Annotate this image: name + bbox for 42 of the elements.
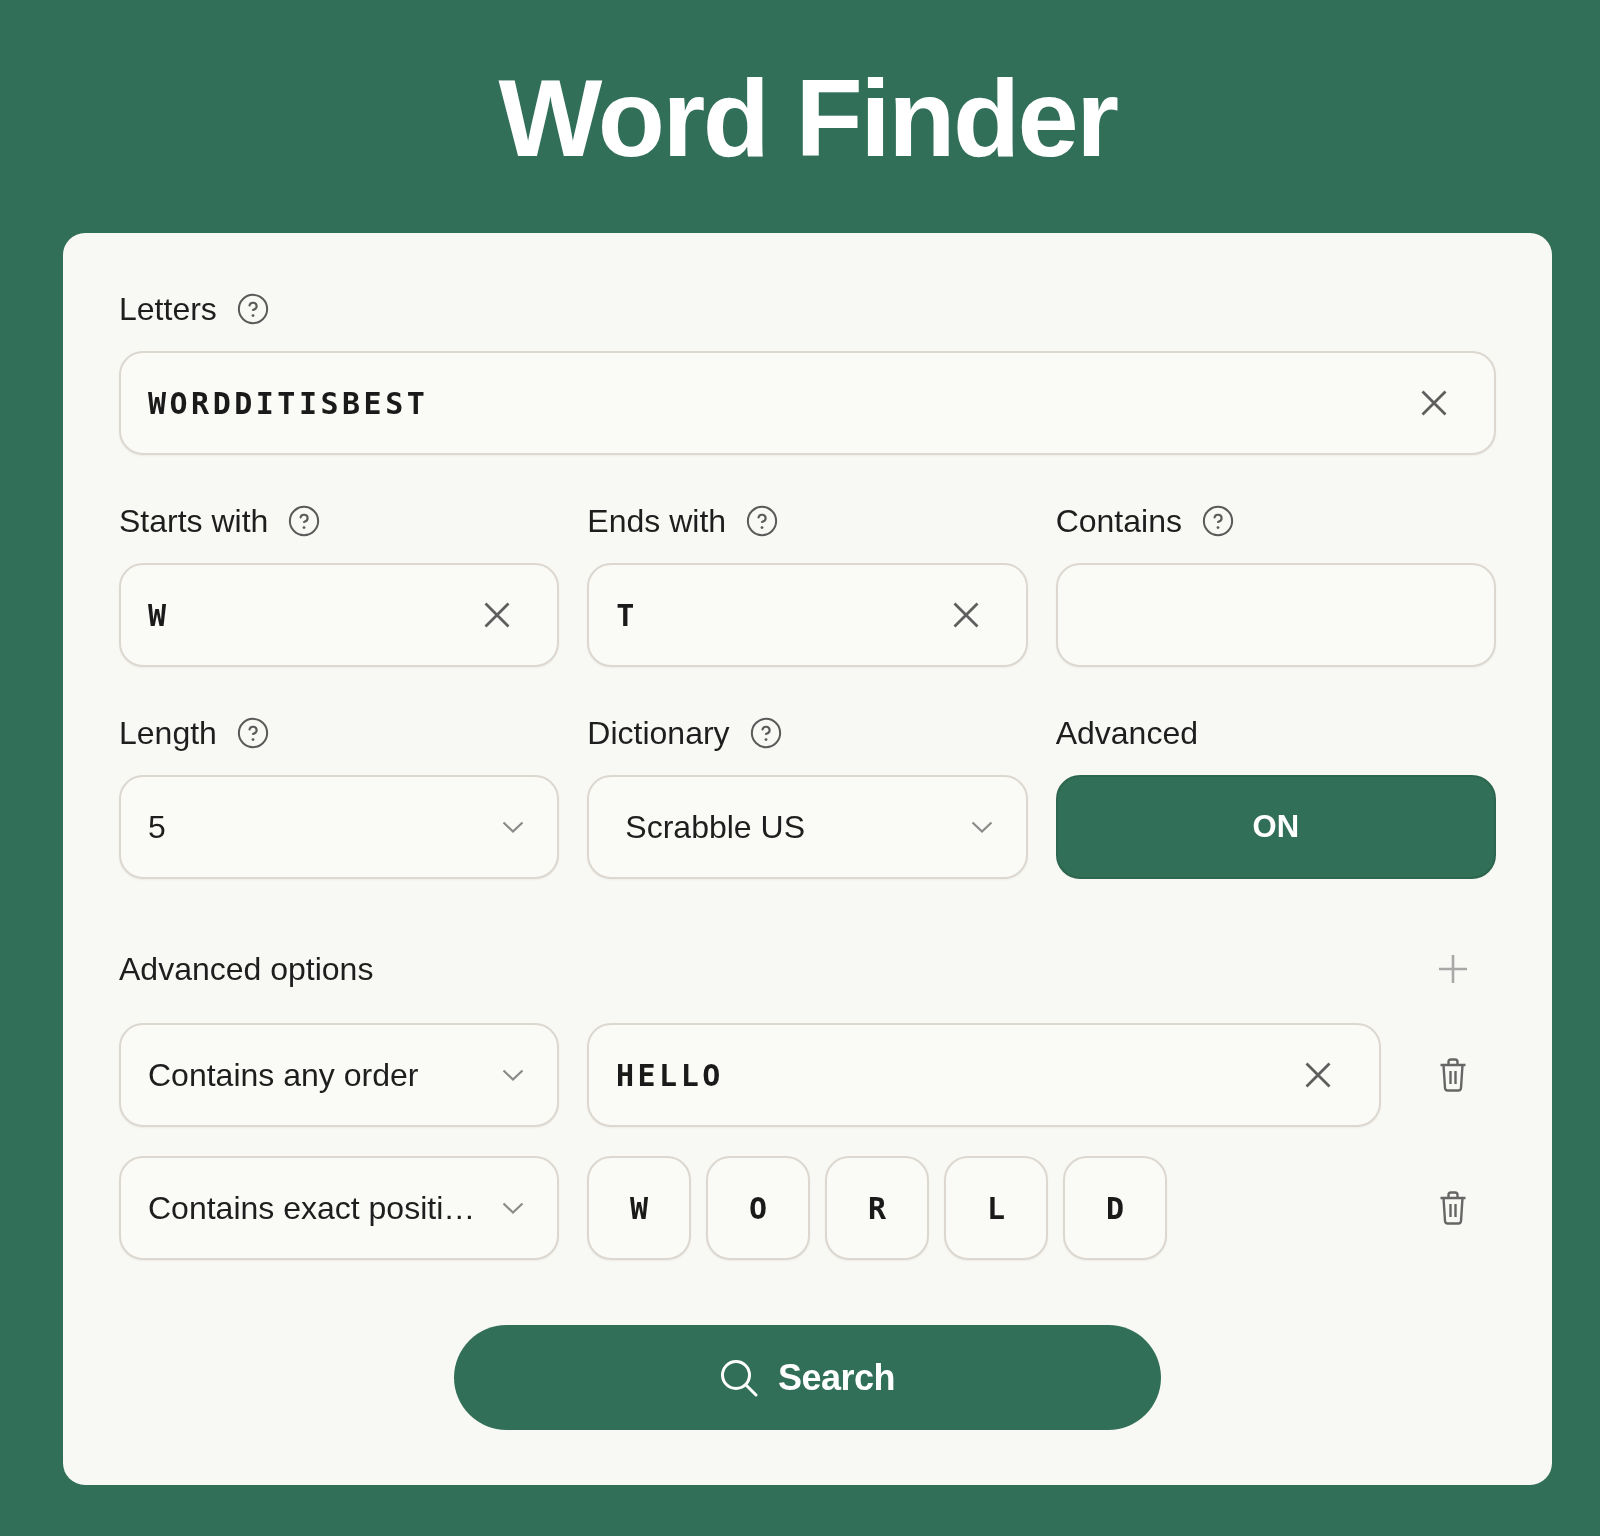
field-label: Letters — [119, 290, 217, 329]
dropdown[interactable]: Scrabble US — [587, 775, 1028, 879]
text-field[interactable]: T — [587, 563, 1028, 667]
dropdown[interactable]: 5 — [119, 775, 560, 879]
letter-box[interactable]: O — [706, 1156, 810, 1260]
field-label: Starts with — [119, 502, 269, 541]
trash-icon[interactable] — [1438, 1058, 1467, 1092]
page-title: Word Finder — [498, 63, 1117, 173]
clear-icon[interactable] — [951, 601, 980, 629]
dropdown[interactable]: Contains exact positi… — [119, 1156, 559, 1260]
letter-box[interactable]: D — [1063, 1156, 1167, 1260]
text-field[interactable] — [1055, 563, 1496, 667]
help-icon[interactable] — [236, 293, 269, 325]
chevron-down-icon — [502, 821, 525, 833]
dropdown[interactable]: Contains any order — [119, 1023, 559, 1127]
help-icon[interactable] — [288, 505, 321, 537]
letters-field[interactable]: WORDDITISBEST — [119, 351, 1496, 455]
clear-icon[interactable] — [1304, 1061, 1332, 1089]
clear-icon[interactable] — [1420, 389, 1448, 417]
field-label: Length — [119, 714, 217, 753]
help-icon[interactable] — [746, 505, 779, 537]
help-icon[interactable] — [749, 717, 782, 749]
field-label: Ends with — [587, 502, 727, 541]
toggle-button[interactable]: ON — [1055, 775, 1496, 879]
search-button[interactable]: Search — [454, 1325, 1161, 1430]
trash-icon[interactable] — [1438, 1191, 1467, 1225]
chevron-down-icon — [502, 1069, 524, 1081]
chevron-down-icon — [502, 1202, 524, 1214]
clear-icon[interactable] — [483, 601, 512, 629]
search-icon — [719, 1358, 758, 1397]
text-field[interactable]: HELLO — [587, 1023, 1381, 1127]
help-icon[interactable] — [1201, 505, 1234, 537]
letter-box[interactable]: W — [587, 1156, 691, 1260]
field-label: Dictionary — [587, 714, 730, 753]
letter-box[interactable]: L — [944, 1156, 1048, 1260]
chevron-down-icon — [970, 821, 993, 833]
section-heading: Advanced options — [119, 950, 374, 989]
help-icon[interactable] — [236, 717, 269, 749]
letter-box[interactable]: R — [825, 1156, 929, 1260]
field-label: Advanced — [1055, 714, 1198, 753]
field-label: Contains — [1055, 502, 1182, 541]
text-field[interactable]: W — [119, 563, 560, 667]
